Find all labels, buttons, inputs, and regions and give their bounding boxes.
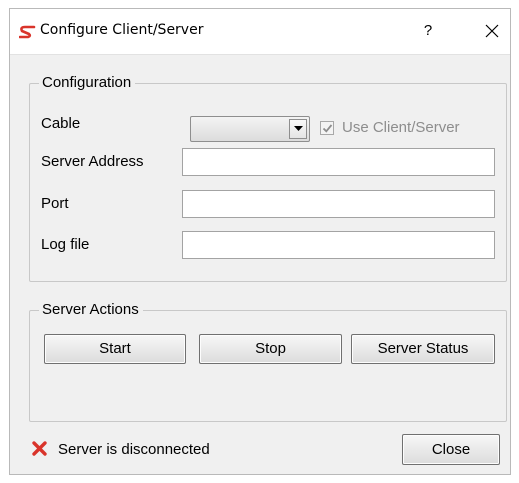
server-actions-group-title: Server Actions bbox=[39, 301, 143, 319]
port-label: Port bbox=[41, 195, 69, 212]
red-x-icon bbox=[31, 440, 48, 457]
port-input[interactable] bbox=[182, 190, 495, 218]
close-button[interactable]: Close bbox=[402, 434, 500, 465]
server-actions-group: Server Actions bbox=[29, 301, 507, 422]
log-file-label: Log file bbox=[41, 236, 90, 253]
use-client-server-label: Use Client/Server bbox=[342, 119, 460, 136]
start-button[interactable]: Start bbox=[44, 334, 186, 364]
server-status-button[interactable]: Server Status bbox=[351, 334, 495, 364]
server-address-label: Server Address bbox=[41, 153, 144, 170]
configuration-group-title: Configuration bbox=[39, 74, 136, 92]
close-icon bbox=[485, 24, 499, 38]
cable-label: Cable bbox=[41, 115, 81, 132]
log-file-input[interactable] bbox=[182, 231, 495, 259]
title-bar: Configure Client/Server ? bbox=[10, 9, 510, 55]
server-address-input[interactable] bbox=[182, 148, 495, 176]
app-logo-icon bbox=[18, 25, 36, 39]
stop-button[interactable]: Stop bbox=[199, 334, 342, 364]
cable-dropdown[interactable] bbox=[190, 116, 310, 142]
help-button[interactable]: ? bbox=[418, 19, 438, 43]
window-close-button[interactable] bbox=[480, 19, 504, 43]
use-client-server-checkbox[interactable] bbox=[320, 121, 334, 135]
connection-status-text: Server is disconnected bbox=[58, 441, 210, 458]
window-title: Configure Client/Server bbox=[40, 22, 204, 38]
checkmark-icon bbox=[322, 124, 333, 133]
chevron-down-icon[interactable] bbox=[289, 119, 307, 139]
configure-client-server-dialog: Configure Client/Server ? Configuration … bbox=[9, 8, 511, 475]
